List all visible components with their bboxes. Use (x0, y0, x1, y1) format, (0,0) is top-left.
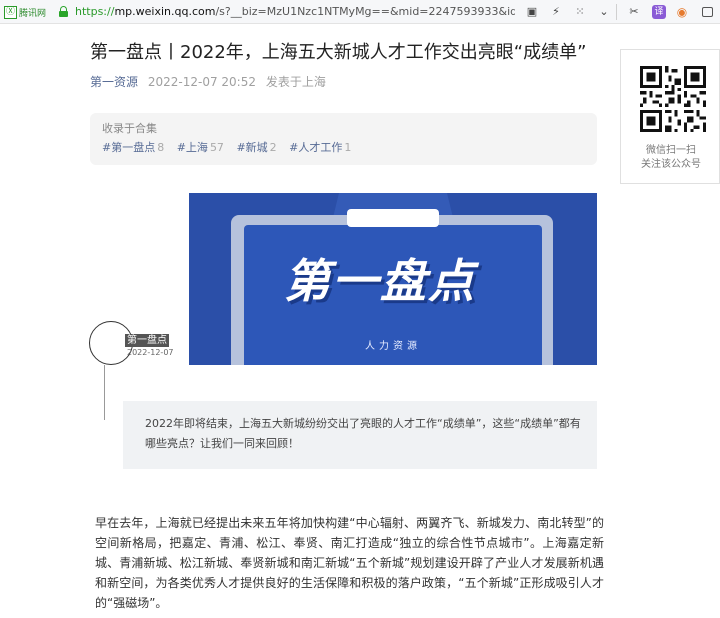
article-title: 第一盘点丨2022年，上海五大新城人才工作交出亮眼“成绩单” (90, 42, 587, 63)
qr-caption-line2: 关注该公众号 (641, 159, 701, 170)
url-protocol: https:// (75, 5, 115, 18)
collection-label: 收录于合集 (102, 122, 157, 135)
grid-icon[interactable]: ⁙ (572, 4, 588, 20)
banner-headline: 第一盘点 (284, 254, 476, 308)
window-icon[interactable] (702, 7, 713, 17)
publish-location: 发表于上海 (265, 75, 326, 89)
qr-code-icon (640, 66, 706, 132)
qr-caption-line1: 微信扫一扫 (646, 145, 696, 156)
lightning-icon[interactable]: ⚡ (548, 4, 564, 20)
qr-caption: 微信扫一扫 关注该公众号 (621, 144, 720, 172)
screenshot-icon[interactable]: ▣ (524, 4, 540, 20)
tag-count: 8 (157, 141, 165, 154)
url-path: /s?__biz=MzU1Nzc1NTMyMg==&mid=2247593933… (215, 5, 515, 18)
tag-count: 2 (269, 141, 277, 154)
tag-count: 1 (344, 141, 352, 154)
banner-clip (347, 209, 439, 227)
url-field[interactable]: https://mp.weixin.qq.com/s?__biz=MzU1Nzc… (75, 4, 515, 20)
tencent-logo-icon: Ⓧ (4, 5, 17, 19)
chevron-down-icon[interactable]: ⌄ (596, 4, 612, 20)
timeline-badge: 第一盘点 (125, 334, 169, 347)
collection-box: 收录于合集 #第一盘点 8 #上海 57 #新城 2 #人才工作 1 (90, 113, 597, 165)
article-paragraph: 早在去年，上海就已经提出未来五年将加快构建“中心辐射、两翼齐飞、新城发力、南北转… (95, 516, 604, 610)
collection-tag[interactable]: #人才工作 1 (289, 141, 351, 154)
scissors-icon[interactable]: ✂ (626, 4, 642, 20)
article-banner-image[interactable]: 第一盘点 人力资源 (189, 193, 597, 365)
collection-tag[interactable]: #第一盘点 8 (102, 141, 164, 154)
url-host: mp.weixin.qq.com (114, 5, 216, 18)
tag-count: 57 (209, 141, 224, 154)
tag-name: #第一盘点 (102, 141, 156, 154)
translate-extension-icon[interactable]: 译 (652, 5, 666, 19)
publish-date: 2022-12-07 20:52 (147, 75, 256, 89)
banner-subtitle: 人力资源 (365, 341, 421, 352)
article-summary: 2022年即将结束，上海五大新城纷纷交出了亮眼的人才工作“成绩单”，这些“成绩单… (123, 401, 597, 469)
site-badge-label: 腾讯网 (19, 8, 47, 19)
address-bar: Ⓧ 腾讯网 https://mp.weixin.qq.com/s?__biz=M… (0, 0, 720, 24)
gamepad-icon[interactable]: ◉ (674, 4, 690, 20)
tag-name: #人才工作 (289, 141, 343, 154)
qr-follow-card: 微信扫一扫 关注该公众号 (620, 49, 720, 184)
timeline-line (104, 365, 105, 420)
collection-tag[interactable]: #上海 57 (177, 141, 224, 154)
account-name-link[interactable]: 第一资源 (90, 75, 138, 89)
collection-tag[interactable]: #新城 2 (236, 141, 276, 154)
collection-tags: #第一盘点 8 #上海 57 #新城 2 #人才工作 1 (102, 140, 585, 155)
tag-name: #新城 (236, 141, 268, 154)
tag-name: #上海 (176, 141, 208, 154)
toolbar-separator (616, 4, 617, 20)
timeline-date: 2022-12-07 (127, 348, 174, 357)
lock-icon[interactable] (59, 6, 68, 17)
site-badge[interactable]: Ⓧ 腾讯网 (4, 4, 46, 20)
article-meta: 第一资源 2022-12-07 20:52 发表于上海 (90, 74, 326, 90)
